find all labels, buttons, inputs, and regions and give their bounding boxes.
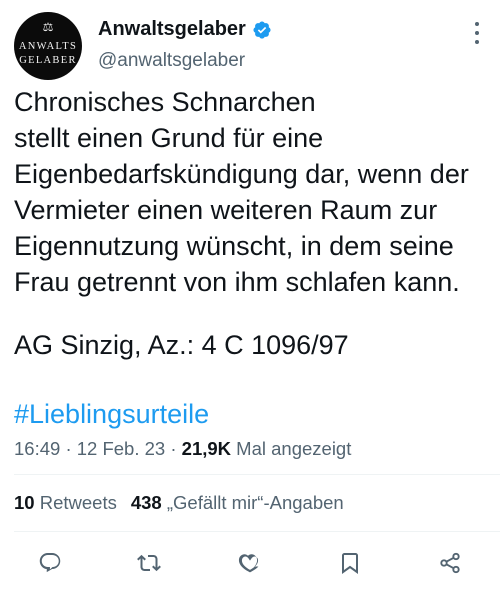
tweet-date[interactable]: 12 Feb. 23 bbox=[77, 438, 165, 459]
reply-icon bbox=[39, 553, 61, 573]
handle[interactable]: @anwaltsgelaber bbox=[98, 50, 245, 72]
tweet-meta: 16:49 · 12 Feb. 23 · 21,9K Mal angezeigt bbox=[14, 438, 351, 460]
views-label: Mal angezeigt bbox=[236, 438, 352, 459]
retweets-label: Retweets bbox=[39, 492, 117, 513]
retweets-count: 10 bbox=[14, 492, 35, 513]
tweet-stats: 10 Retweets 438 „Gefällt mir“-Angaben bbox=[14, 492, 344, 514]
bookmark-icon bbox=[342, 553, 358, 574]
reply-button[interactable] bbox=[32, 545, 68, 581]
retweet-button[interactable] bbox=[131, 545, 167, 581]
share-icon bbox=[440, 552, 460, 574]
hashtag-link[interactable]: #Lieblingsurteile bbox=[14, 396, 209, 432]
tweet-text: Chronisches Schnarchen stellt einen Grun… bbox=[14, 87, 469, 297]
scales-icon: ⚖ bbox=[42, 20, 54, 34]
tweet-citation: AG Sinzig, Az.: 4 C 1096/97 bbox=[14, 330, 349, 360]
divider bbox=[14, 531, 500, 532]
name-row: Anwaltsgelaber bbox=[98, 18, 272, 41]
tweet-time[interactable]: 16:49 bbox=[14, 438, 60, 459]
meta-separator: · bbox=[65, 438, 72, 459]
likes-stat[interactable]: 438 „Gefällt mir“-Angaben bbox=[131, 492, 344, 513]
avatar[interactable]: ⚖ ANWALTS GELABER bbox=[14, 12, 82, 80]
avatar-text-line2: GELABER bbox=[19, 55, 77, 66]
action-bar bbox=[14, 545, 486, 581]
share-button[interactable] bbox=[432, 545, 468, 581]
likes-count: 438 bbox=[130, 492, 162, 513]
avatar-text-line1: ANWALTS bbox=[18, 41, 78, 52]
likes-label: „Gefällt mir“-Angaben bbox=[166, 492, 344, 513]
like-button[interactable] bbox=[232, 545, 268, 581]
bookmark-button[interactable] bbox=[332, 545, 368, 581]
meta-separator: · bbox=[170, 438, 177, 459]
tweet-header: ⚖ ANWALTS GELABER Anwaltsgelaber @anwalt… bbox=[14, 12, 486, 80]
verified-badge-icon bbox=[253, 20, 271, 39]
retweets-stat[interactable]: 10 Retweets bbox=[14, 492, 117, 513]
more-options-icon[interactable] bbox=[474, 22, 480, 44]
heart-icon bbox=[238, 554, 259, 573]
divider bbox=[14, 474, 500, 475]
display-name[interactable]: Anwaltsgelaber bbox=[98, 18, 246, 41]
retweet-icon bbox=[137, 554, 161, 572]
views-count: 21,9K bbox=[181, 438, 232, 459]
